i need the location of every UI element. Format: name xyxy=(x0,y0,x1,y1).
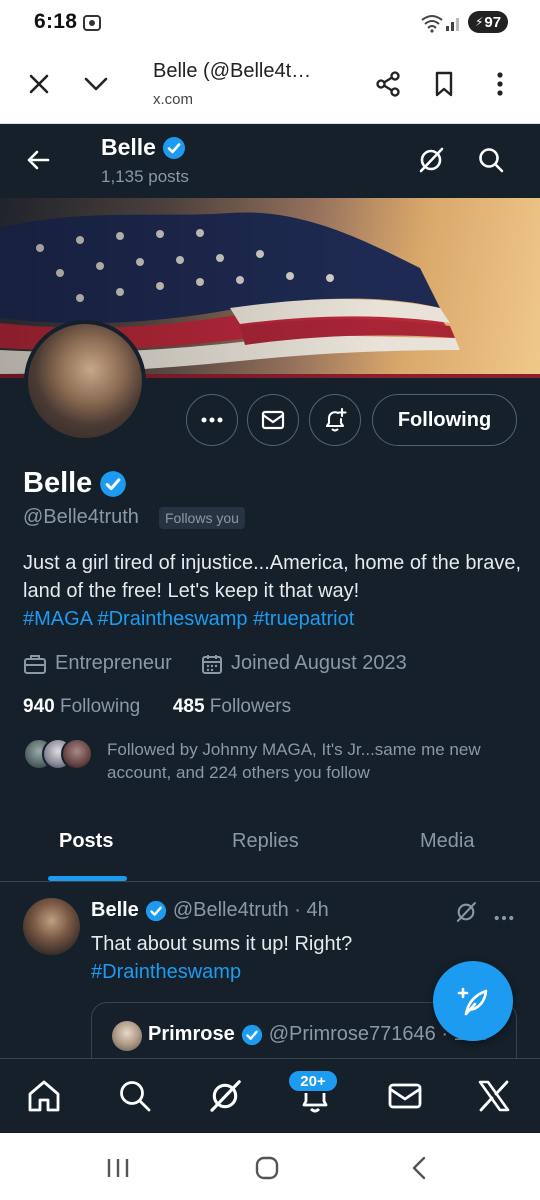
verified-badge-icon xyxy=(241,1024,262,1045)
nav-home[interactable] xyxy=(25,1077,63,1115)
browser-toolbar: Belle (@Belle4t… x.com xyxy=(0,44,540,124)
search-icon xyxy=(479,148,504,173)
charging-icon: ⚡ xyxy=(474,15,484,29)
search-button[interactable] xyxy=(475,144,507,176)
mail-icon xyxy=(261,410,285,430)
grok-icon xyxy=(456,902,476,922)
following-count-link[interactable]: 940 Following xyxy=(23,696,140,717)
tweet-hashtag[interactable]: #Draintheswamp xyxy=(91,961,241,983)
home-icon xyxy=(28,1080,60,1112)
close-tab-button[interactable] xyxy=(21,66,57,102)
compose-post-button[interactable] xyxy=(433,961,513,1041)
more-vertical-icon xyxy=(497,72,503,96)
back-button[interactable] xyxy=(22,144,54,176)
briefcase-icon xyxy=(24,654,46,674)
verified-badge-icon xyxy=(100,470,127,497)
nav-grok[interactable] xyxy=(206,1077,244,1115)
bookmark-icon xyxy=(435,71,453,97)
profile-header: Belle 1,135 posts xyxy=(0,124,540,198)
more-horizontal-icon xyxy=(201,417,223,423)
bottom-navigation: 20+ xyxy=(0,1058,540,1133)
search-icon xyxy=(120,1081,151,1112)
grok-icon xyxy=(210,1080,241,1112)
bell-plus-icon xyxy=(325,407,347,432)
following-button[interactable]: Following xyxy=(372,394,517,446)
chevron-down-icon xyxy=(84,77,108,91)
nav-x-premium[interactable] xyxy=(475,1077,513,1115)
quoted-avatar xyxy=(112,1021,142,1051)
tweet-avatar[interactable] xyxy=(23,898,80,955)
recent-apps-button[interactable] xyxy=(103,1153,133,1183)
notifications-subscribe-button[interactable] xyxy=(309,394,361,446)
tab-replies[interactable]: Replies xyxy=(232,830,299,853)
more-menu-button[interactable] xyxy=(482,66,518,102)
profile-avatar[interactable] xyxy=(24,320,146,442)
more-options-button[interactable] xyxy=(186,394,238,446)
share-icon xyxy=(376,71,400,97)
back-system-button[interactable] xyxy=(405,1153,435,1183)
close-icon xyxy=(29,74,49,94)
grok-icon xyxy=(419,147,444,173)
signal-icon xyxy=(445,13,463,38)
verified-badge-icon xyxy=(162,136,185,159)
mutual-follower-avatar xyxy=(61,738,93,770)
notification-count-badge: 20+ xyxy=(287,1069,339,1093)
tweet-more-button[interactable] xyxy=(494,908,514,926)
share-button[interactable] xyxy=(370,66,406,102)
compose-feather-icon xyxy=(457,987,488,1016)
nav-search[interactable] xyxy=(116,1077,154,1115)
bio-text: Just a girl tired of injustice...America… xyxy=(23,552,521,602)
follow-counts: 940 Following 485 Followers xyxy=(23,696,291,718)
status-bar: 6:18 ⚡ 97 xyxy=(0,0,540,44)
tweet-text: That about sums it up! Right? #Drainthes… xyxy=(91,933,353,983)
calendar-icon xyxy=(202,654,222,674)
header-name: Belle xyxy=(101,134,186,161)
profession-meta: Entrepreneur xyxy=(23,652,172,675)
verified-badge-icon xyxy=(145,900,166,921)
system-navigation-bar xyxy=(0,1133,540,1200)
bio-hashtags[interactable]: #MAGA #Draintheswamp #truepatriot xyxy=(23,608,354,630)
bookmark-button[interactable] xyxy=(426,66,462,102)
arrow-left-icon xyxy=(27,150,50,170)
page-url: x.com xyxy=(153,91,194,108)
profile-bio: Just a girl tired of injustice...America… xyxy=(23,549,523,633)
battery-indicator: ⚡ 97 xyxy=(468,11,508,33)
home-circle-icon xyxy=(255,1156,279,1180)
profile-handle: @Belle4truth xyxy=(23,506,139,528)
chevron-left-icon xyxy=(412,1156,426,1180)
followed-by-text[interactable]: Followed by Johnny MAGA, It's Jr...same … xyxy=(107,738,527,784)
profile-name: Belle xyxy=(23,467,127,500)
x-logo-icon xyxy=(478,1080,510,1112)
recent-apps-icon xyxy=(107,1159,129,1177)
quoted-header: Primrose @Primrose771646 · 12h xyxy=(148,1023,487,1045)
joined-meta: Joined August 2023 xyxy=(201,652,407,675)
tab-posts[interactable]: Posts xyxy=(59,830,113,853)
nav-messages[interactable] xyxy=(386,1077,424,1115)
tweet-grok-button[interactable] xyxy=(453,899,479,930)
home-system-button[interactable] xyxy=(252,1153,282,1183)
tab-media[interactable]: Media xyxy=(420,830,474,853)
post-count: 1,135 posts xyxy=(101,167,189,186)
mail-icon xyxy=(388,1083,422,1109)
follows-you-badge: Follows you xyxy=(159,507,245,529)
wifi-icon xyxy=(420,13,444,38)
tweet-header: Belle @Belle4truth · 4h xyxy=(91,899,329,921)
active-tab-indicator xyxy=(48,876,127,881)
profile-tabs: Posts Replies Media xyxy=(0,808,540,882)
screen-record-icon xyxy=(82,13,102,38)
status-time: 6:18 xyxy=(34,10,78,33)
grok-button[interactable] xyxy=(415,144,447,176)
page-title: Belle (@Belle4t… xyxy=(153,60,312,82)
followers-count-link[interactable]: 485 Followers xyxy=(173,696,291,717)
expand-button[interactable] xyxy=(78,66,114,102)
message-button[interactable] xyxy=(247,394,299,446)
more-horizontal-icon xyxy=(494,915,514,921)
